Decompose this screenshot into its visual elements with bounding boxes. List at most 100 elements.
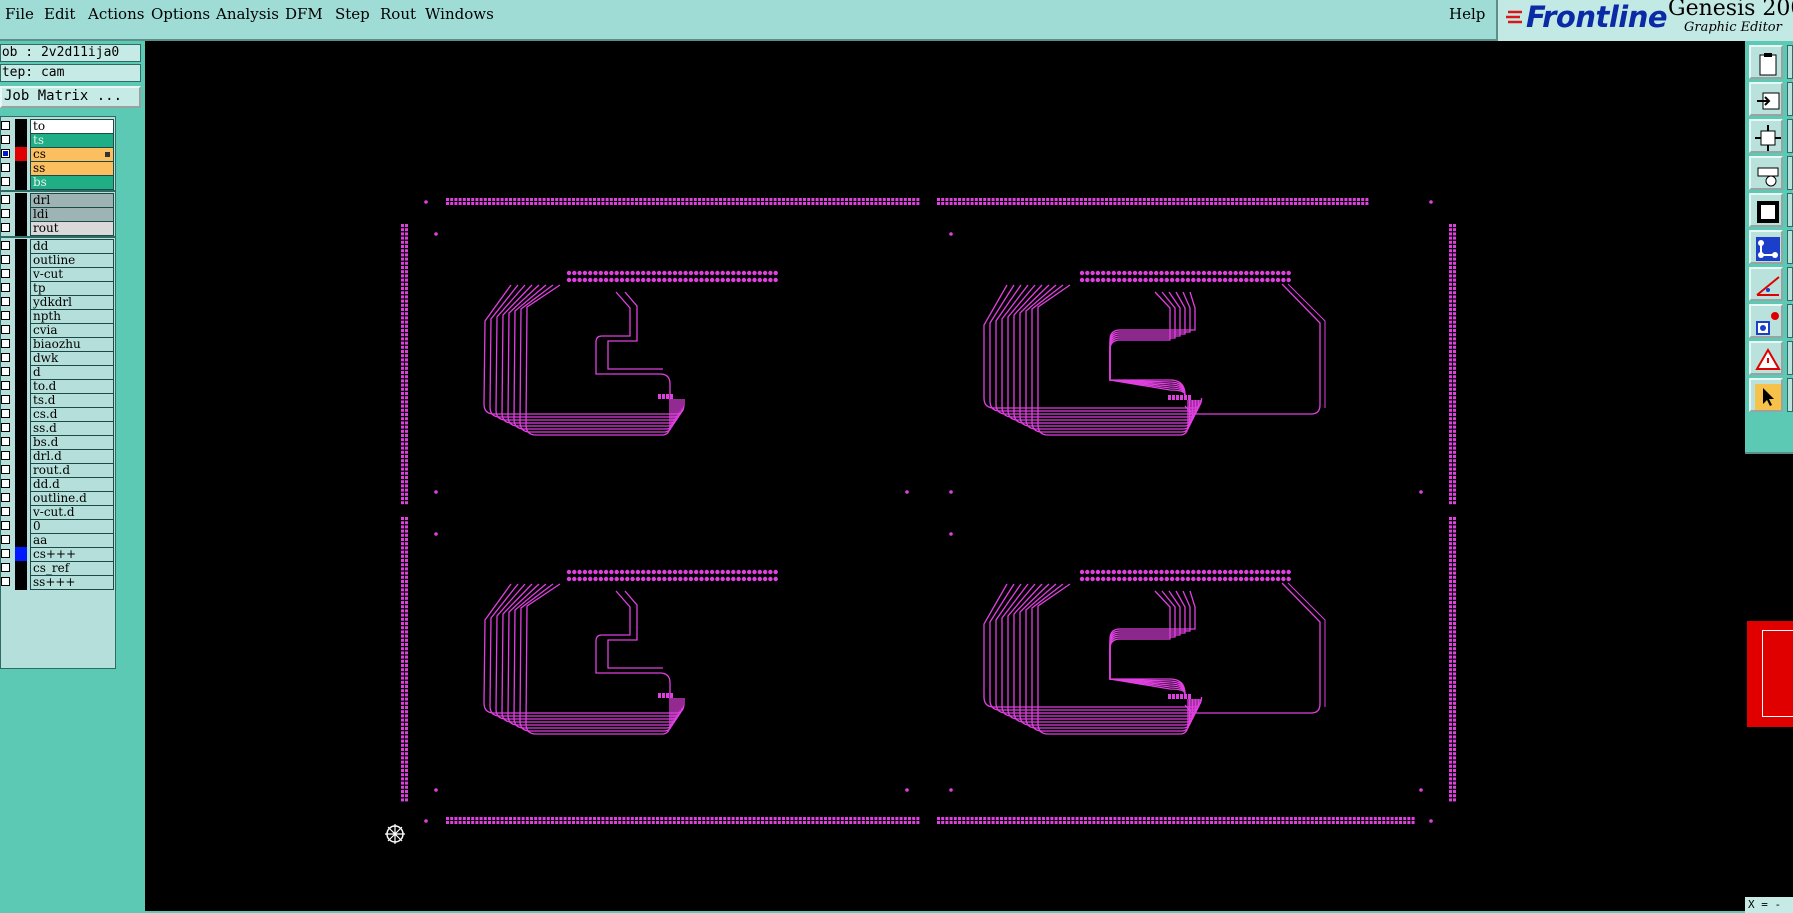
layer-row-ydkdrl[interactable]: ydkdrl (1, 295, 115, 310)
layer-name[interactable]: cvia (30, 323, 114, 338)
layer-row-v-cut-d[interactable]: v-cut.d (1, 505, 115, 520)
menu-windows[interactable]: Windows (425, 5, 494, 23)
layer-checkbox[interactable] (1, 521, 10, 530)
layer-color-swatch[interactable] (15, 561, 27, 576)
layer-row-drl-d[interactable]: drl.d (1, 449, 115, 464)
layer-color-swatch[interactable] (15, 193, 27, 208)
settings-button[interactable] (1749, 156, 1783, 190)
layer-color-swatch[interactable] (15, 281, 27, 296)
layer-name[interactable]: tp (30, 281, 114, 296)
layer-color-swatch[interactable] (15, 421, 27, 436)
layer-row-cvia[interactable]: cvia (1, 323, 115, 338)
layer-checkbox[interactable] (1, 311, 10, 320)
layer-row-outline-d[interactable]: outline.d (1, 491, 115, 506)
layer-name[interactable]: ldi (30, 207, 114, 222)
connection-button[interactable] (1749, 230, 1783, 264)
layer-name[interactable]: dd.d (30, 477, 114, 492)
layer-name[interactable]: ts (30, 133, 114, 148)
layer-row-outline[interactable]: outline (1, 253, 115, 268)
menu-options[interactable]: Options (151, 5, 210, 23)
layer-row-ts-d[interactable]: ts.d (1, 393, 115, 408)
warning-button[interactable] (1749, 341, 1783, 375)
layer-row-to[interactable]: to (1, 119, 115, 134)
layer-name[interactable]: v-cut.d (30, 505, 114, 520)
layer-row-aa[interactable]: aa (1, 533, 115, 548)
layer-name[interactable]: rout.d (30, 463, 114, 478)
layer-name[interactable]: cs (30, 147, 114, 162)
layer-color-swatch[interactable] (15, 435, 27, 450)
layer-name[interactable]: ss.d (30, 421, 114, 436)
layer-name[interactable]: drl (30, 193, 114, 208)
layer-name[interactable]: dwk (30, 351, 114, 366)
layer-color-swatch[interactable] (15, 337, 27, 352)
measure-button[interactable] (1749, 267, 1783, 301)
layer-row-to-d[interactable]: to.d (1, 379, 115, 394)
layer-color-swatch[interactable] (15, 239, 27, 254)
layer-name[interactable]: ts.d (30, 393, 114, 408)
layer-color-swatch[interactable] (15, 491, 27, 506)
layer-row-ss-d[interactable]: ss.d (1, 421, 115, 436)
layer-color-swatch[interactable] (15, 119, 27, 134)
menu-analysis[interactable]: Analysis (216, 5, 279, 23)
layer-row-ss[interactable]: ss (1, 161, 115, 176)
layer-color-swatch[interactable] (15, 519, 27, 534)
layer-name[interactable]: cs_ref (30, 561, 114, 576)
layer-row-0[interactable]: 0 (1, 519, 115, 534)
layer-checkbox[interactable] (1, 353, 10, 362)
layer-row-rout[interactable]: rout (1, 221, 115, 236)
layer-checkbox[interactable] (1, 437, 10, 446)
layer-row-dd[interactable]: dd (1, 239, 115, 254)
layer-view-button[interactable] (1749, 193, 1783, 227)
layer-row-biaozhu[interactable]: biaozhu (1, 337, 115, 352)
job-matrix-button[interactable]: Job Matrix ... (0, 86, 141, 108)
layer-row-bs[interactable]: bs (1, 175, 115, 190)
pointer-button[interactable] (1749, 378, 1783, 412)
layer-checkbox[interactable] (1, 241, 10, 250)
layer-name[interactable]: to (30, 119, 114, 134)
layer-name[interactable]: biaozhu (30, 337, 114, 352)
layer-row-dwk[interactable]: dwk (1, 351, 115, 366)
layer-checkbox[interactable] (1, 325, 10, 334)
layer-checkbox[interactable] (1, 223, 10, 232)
menu-actions[interactable]: Actions (88, 5, 144, 23)
layer-checkbox[interactable] (1, 255, 10, 264)
layer-color-swatch[interactable] (15, 393, 27, 408)
layer-color-swatch[interactable] (15, 267, 27, 282)
overview-panel[interactable]: X = - (1745, 452, 1793, 913)
layer-row-cs-d[interactable]: cs.d (1, 407, 115, 422)
snap-button[interactable] (1749, 82, 1783, 116)
layer-checkbox[interactable] (1, 177, 10, 186)
layer-name[interactable]: aa (30, 533, 114, 548)
layer-checkbox[interactable] (1, 149, 10, 158)
layer-name[interactable]: to.d (30, 379, 114, 394)
layer-checkbox[interactable] (1, 283, 10, 292)
layer-name[interactable]: ss (30, 161, 114, 176)
layer-color-swatch[interactable] (15, 533, 27, 548)
layer-name[interactable]: bs.d (30, 435, 114, 450)
layer-color-swatch[interactable] (15, 365, 27, 380)
layer-color-swatch[interactable] (15, 477, 27, 492)
layer-checkbox[interactable] (1, 163, 10, 172)
layer-name[interactable]: cs+++ (30, 547, 114, 562)
layer-checkbox[interactable] (1, 195, 10, 204)
feature-select-button[interactable] (1749, 304, 1783, 338)
layer-name[interactable]: 0 (30, 519, 114, 534)
layer-checkbox[interactable] (1, 451, 10, 460)
layer-checkbox[interactable] (1, 297, 10, 306)
layer-checkbox[interactable] (1, 381, 10, 390)
layer-row-ts[interactable]: ts (1, 133, 115, 148)
layer-color-swatch[interactable] (15, 463, 27, 478)
menu-help[interactable]: Help (1449, 5, 1485, 23)
layer-color-swatch[interactable] (15, 323, 27, 338)
layer-checkbox[interactable] (1, 135, 10, 144)
layer-color-swatch[interactable] (15, 207, 27, 222)
layer-name[interactable]: cs.d (30, 407, 114, 422)
layer-color-swatch[interactable] (15, 221, 27, 236)
layer-color-swatch[interactable] (15, 161, 27, 176)
layer-color-swatch[interactable] (15, 253, 27, 268)
layer-color-swatch[interactable] (15, 147, 27, 162)
layer-name[interactable]: outline.d (30, 491, 114, 506)
layer-row-v-cut[interactable]: v-cut (1, 267, 115, 282)
clipboard-button[interactable] (1749, 45, 1783, 79)
layer-checkbox[interactable] (1, 339, 10, 348)
